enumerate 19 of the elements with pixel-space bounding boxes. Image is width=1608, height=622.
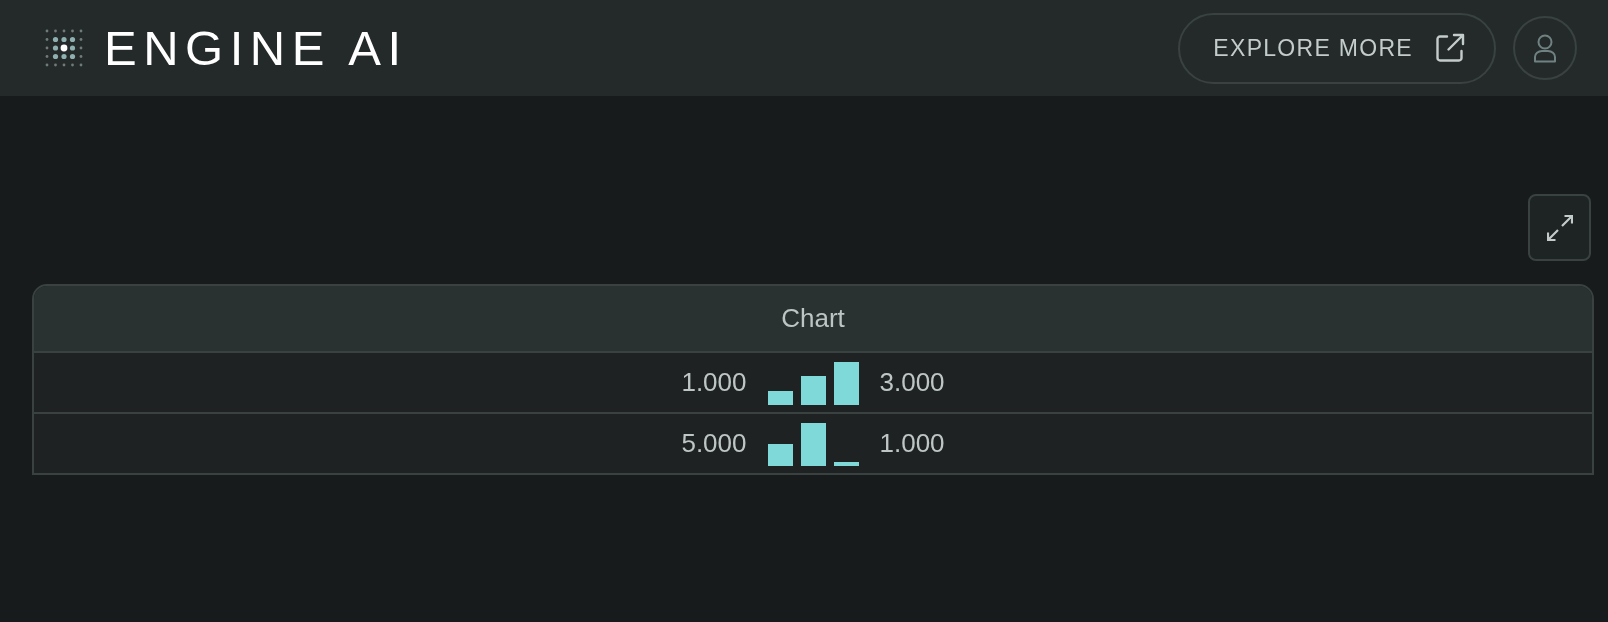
chart-bar: [767, 390, 793, 405]
chart-bar: [800, 422, 826, 466]
chart-bar: [800, 375, 826, 405]
person-icon: [1533, 33, 1557, 63]
column-header: Chart: [781, 303, 845, 334]
chart-bar: [833, 361, 859, 405]
cell-value: 1.000: [681, 367, 747, 398]
logo-text: ENGINE AI: [104, 23, 408, 73]
cell-value: 3.000: [879, 367, 945, 398]
chart-bar: [833, 461, 859, 466]
cell-value: 5.000: [681, 428, 747, 459]
external-link-icon: [1434, 32, 1466, 64]
expand-icon: [1546, 214, 1573, 241]
logo-icon: [43, 27, 85, 69]
expand-button[interactable]: [1528, 194, 1591, 261]
cell-value: 1.000: [879, 428, 945, 459]
chart-bar: [767, 443, 793, 466]
explore-more-button[interactable]: EXPLORE MORE: [1178, 12, 1496, 84]
account-button[interactable]: [1513, 16, 1577, 80]
